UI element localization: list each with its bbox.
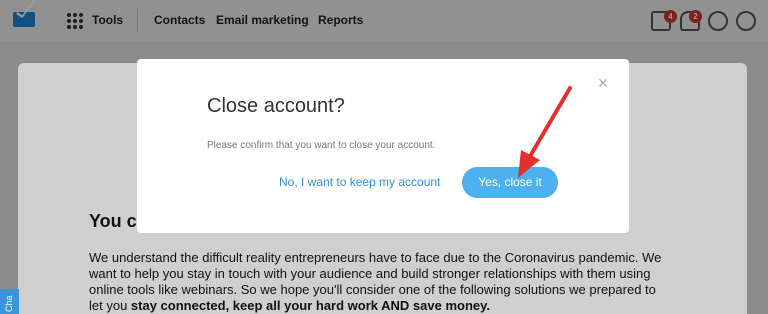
paragraph-emphasis: stay connected, keep all your hard work …	[130, 298, 490, 313]
top-nav: Tools Contacts Email marketing Reports 4…	[0, 0, 768, 43]
paragraph-line: We understand the difficult reality entr…	[89, 250, 662, 265]
learn-badge: 4	[664, 10, 677, 23]
close-account-dialog: Close account? Please confirm that you w…	[137, 59, 629, 233]
chat-tab[interactable]: Cha	[0, 289, 19, 314]
apps-grid-icon[interactable]	[67, 13, 83, 29]
help-lifebuoy-icon[interactable]	[708, 11, 728, 31]
paragraph-line: want to help you stay in touch with your…	[89, 266, 651, 281]
email-logo-icon[interactable]	[13, 12, 35, 27]
dialog-message: Please confirm that you want to close yo…	[207, 140, 436, 151]
paragraph-line: let you stay connected, keep all your ha…	[89, 298, 689, 314]
nav-tools[interactable]: Tools	[92, 13, 123, 27]
paragraph-prefix: let you	[89, 298, 131, 313]
close-icon[interactable]: ×	[595, 74, 611, 92]
nav-reports[interactable]: Reports	[318, 13, 363, 27]
dialog-title: Close account?	[207, 95, 345, 117]
nav-divider	[137, 9, 138, 33]
user-account-icon[interactable]	[736, 11, 756, 31]
paragraph-line: online tools like webinars. So we hope y…	[89, 282, 656, 297]
nav-contacts[interactable]: Contacts	[154, 13, 205, 27]
confirm-close-button[interactable]: Yes, close it	[462, 167, 558, 198]
notifications-badge: 2	[689, 10, 702, 23]
page-paragraph: We understand the difficult reality entr…	[89, 250, 689, 314]
keep-account-button[interactable]: No, I want to keep my account	[279, 175, 440, 189]
nav-email-marketing[interactable]: Email marketing	[216, 13, 309, 27]
